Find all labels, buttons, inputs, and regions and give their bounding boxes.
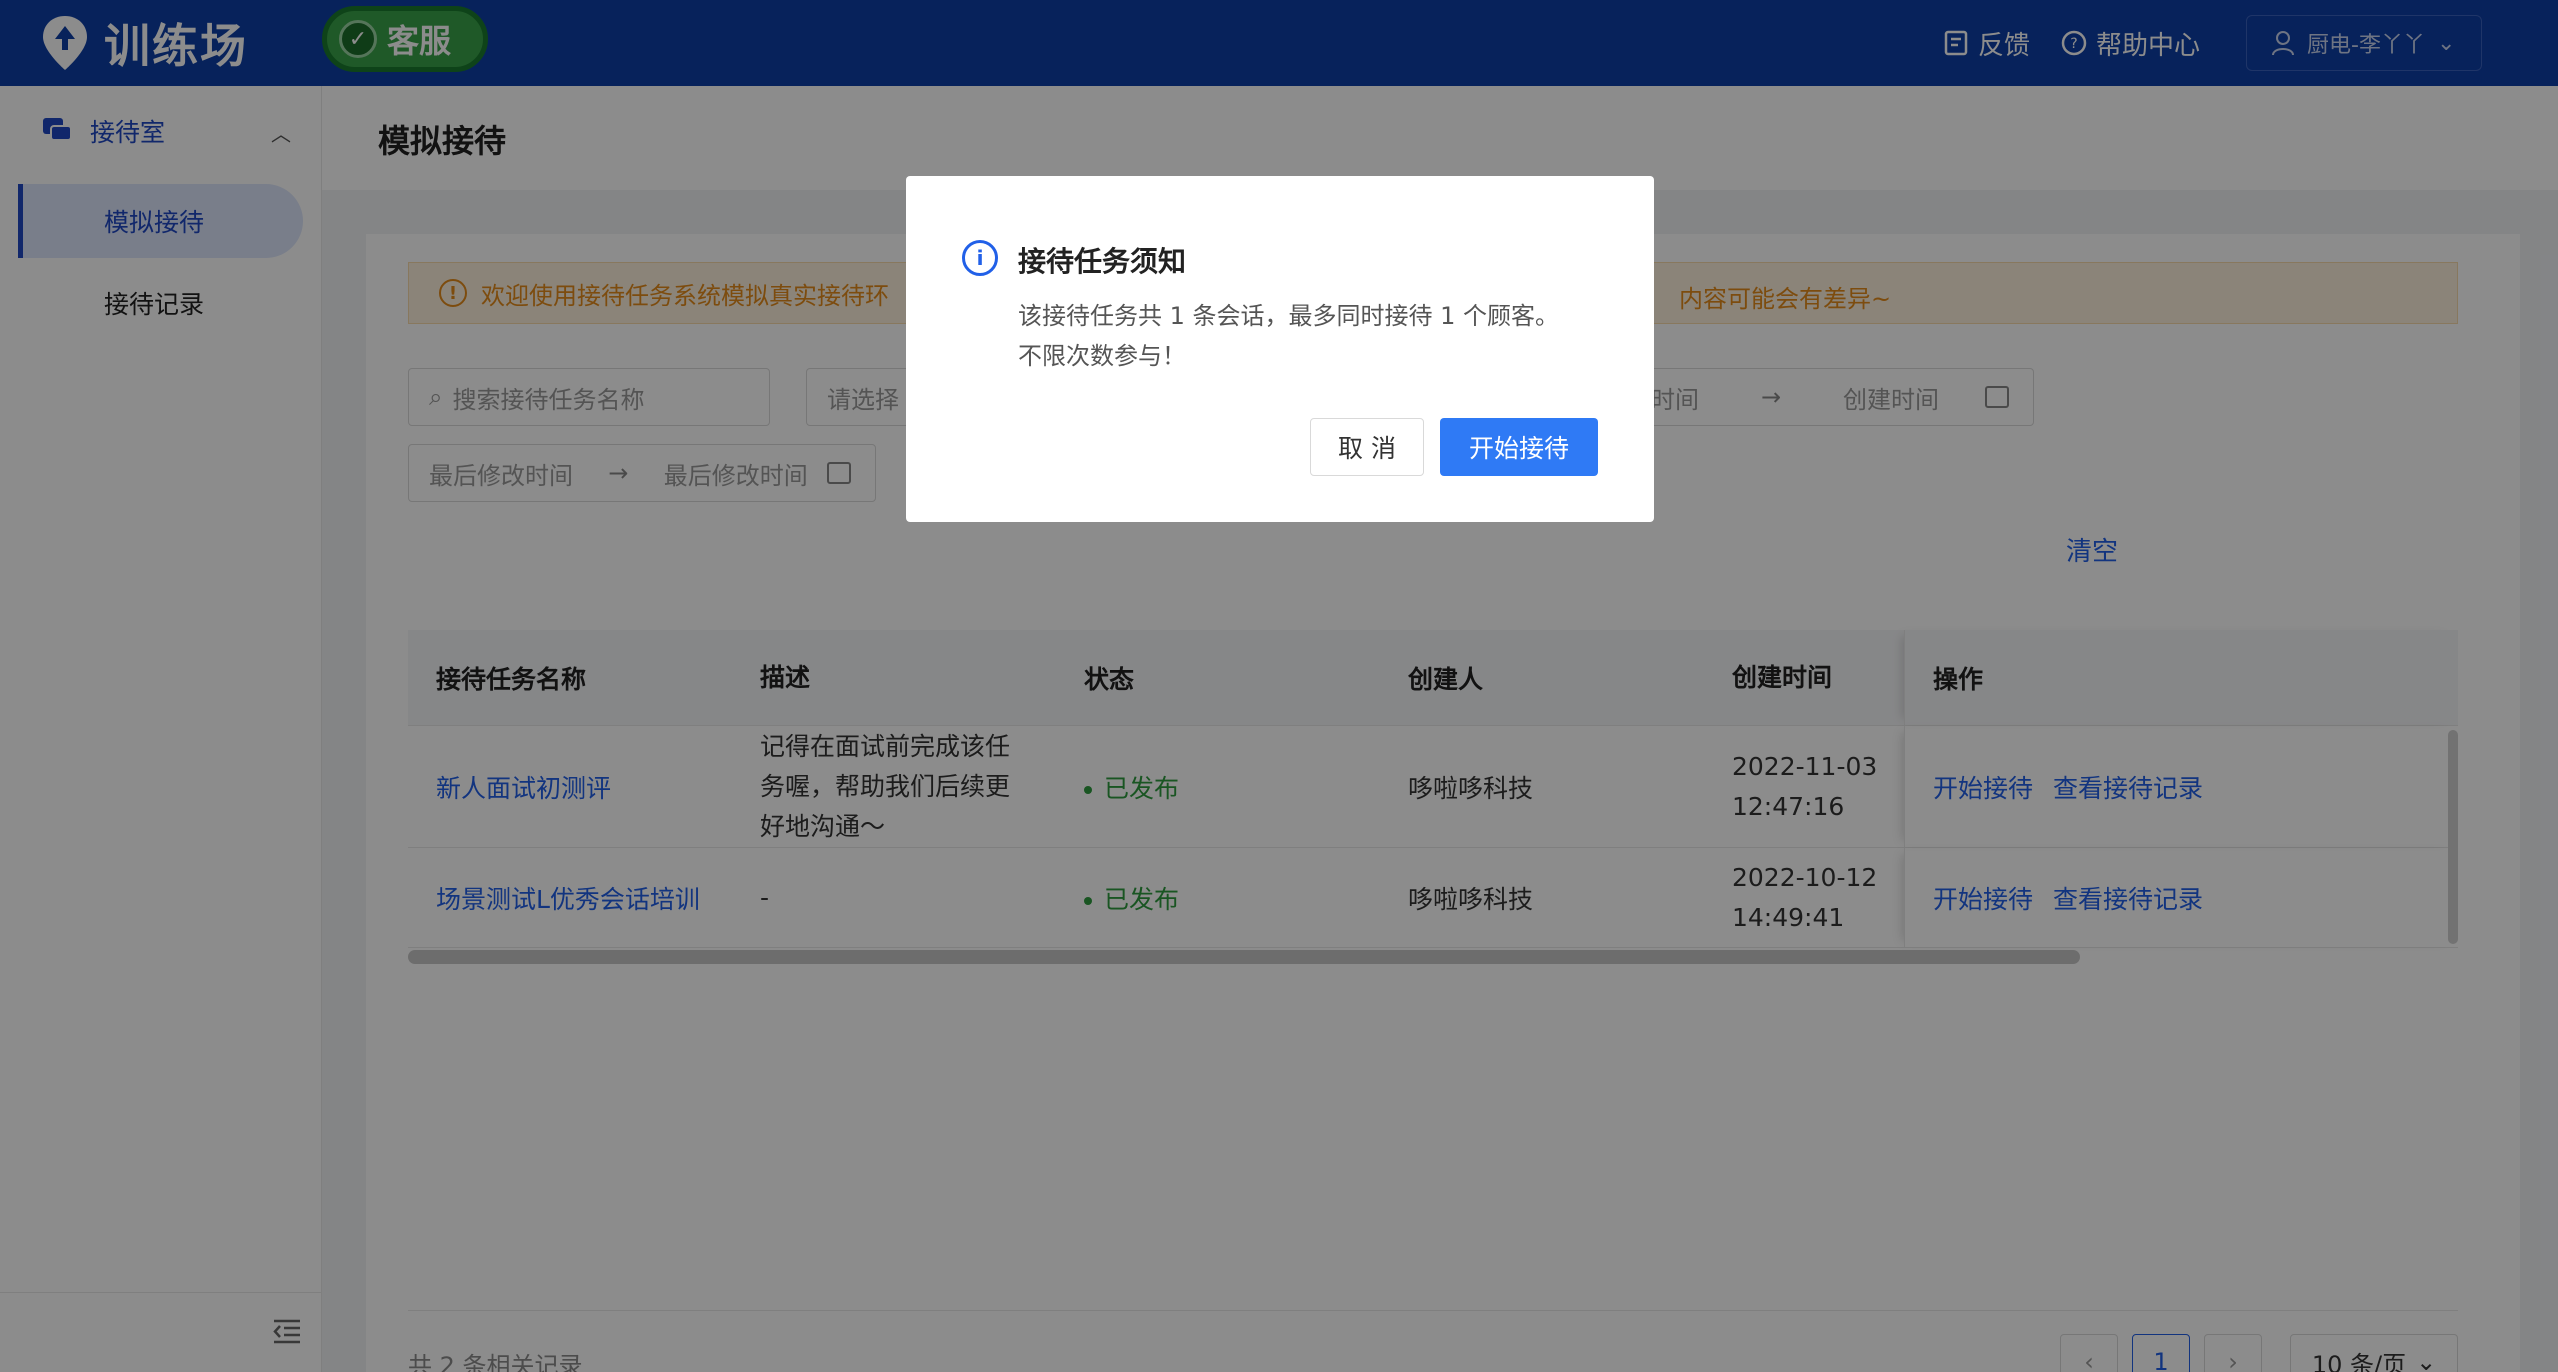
modal-title: 接待任务须知	[1018, 245, 1187, 278]
modal-body: 该接待任务共 1 条会话，最多同时接待 1 个顾客。 不限次数参与！	[1018, 296, 1608, 376]
modal-body-line: 不限次数参与！	[1018, 342, 1186, 370]
cancel-button[interactable]: 取 消	[1310, 418, 1424, 476]
info-icon: i	[962, 240, 998, 276]
modal-body-line: 该接待任务共 1 条会话，最多同时接待 1 个顾客。	[1018, 302, 1560, 330]
start-reception-button[interactable]: 开始接待	[1440, 418, 1598, 476]
task-notice-modal: i 接待任务须知 该接待任务共 1 条会话，最多同时接待 1 个顾客。 不限次数…	[906, 176, 1654, 522]
